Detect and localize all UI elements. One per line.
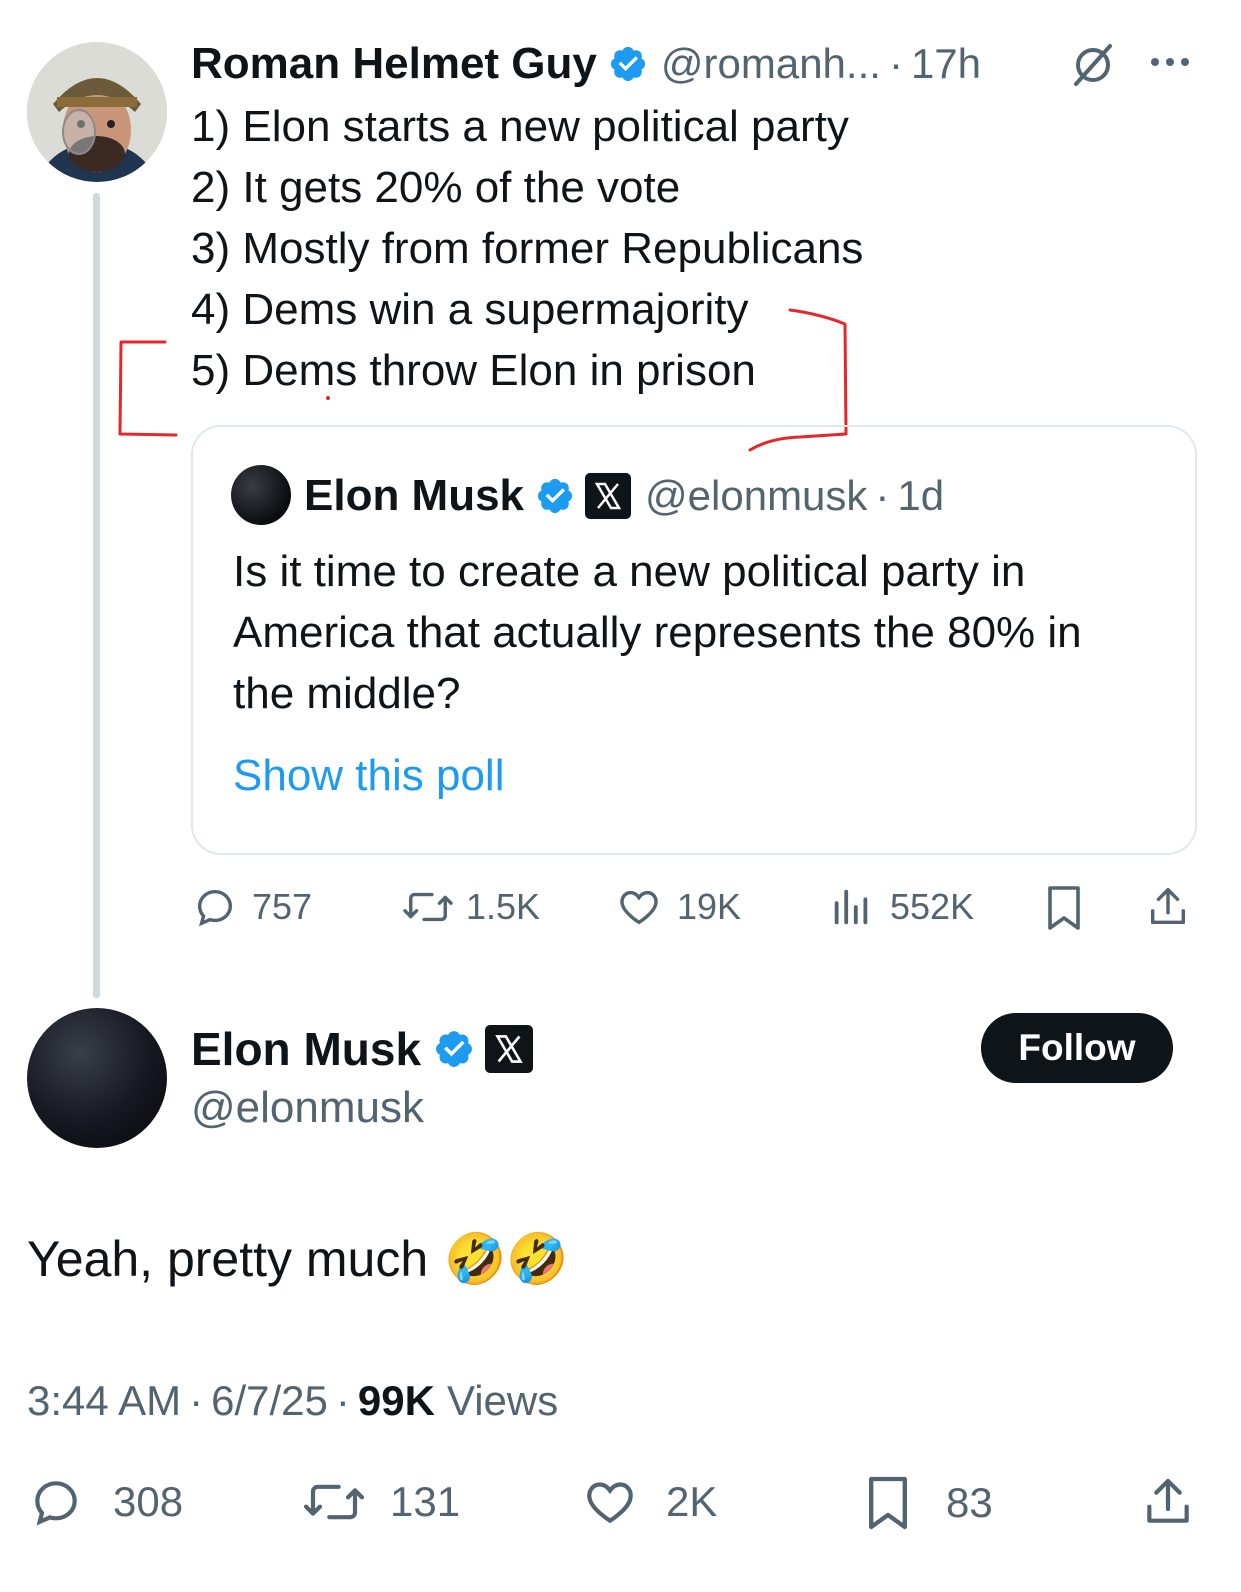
views-icon <box>834 889 868 925</box>
main-reply-button[interactable]: 308 <box>27 1474 183 1530</box>
more-icon[interactable] <box>1148 54 1192 70</box>
main-author-handle[interactable]: @elonmusk <box>191 1080 424 1136</box>
quote-text-line-1: Is it time to create a new political par… <box>233 547 1026 596</box>
show-poll-link[interactable]: Show this poll <box>233 745 504 806</box>
repost-icon <box>403 892 453 922</box>
main-bookmark-count: 83 <box>946 1479 993 1526</box>
tweet-line-1: 1) Elon starts a new political party <box>191 102 849 151</box>
main-repost-count: 131 <box>390 1478 461 1525</box>
author-name[interactable]: Roman Helmet Guy <box>191 39 597 89</box>
follow-button[interactable]: Follow <box>981 1013 1173 1083</box>
main-author-name[interactable]: Elon Musk <box>191 1022 421 1076</box>
reply-icon <box>35 1481 77 1526</box>
main-views-count: 99K <box>357 1377 435 1424</box>
bookmark-icon[interactable] <box>1044 884 1084 932</box>
main-tweet-date[interactable]: 6/7/25 <box>211 1377 328 1425</box>
bookmark-icon <box>869 1476 907 1530</box>
quote-author-name[interactable]: Elon Musk <box>304 471 524 521</box>
separator-dot: · <box>335 1377 350 1424</box>
separator-dot: · <box>888 40 903 87</box>
quoted-tweet-card[interactable]: Elon Musk @elonmusk · 1d Is it time to c… <box>191 425 1197 855</box>
repost-count: 1.5K <box>466 886 541 927</box>
repost-icon <box>303 1484 365 1520</box>
like-button[interactable]: 19K <box>615 884 741 930</box>
quote-header: Elon Musk @elonmusk · 1d <box>304 471 944 521</box>
quote-text-line-2: America that actually represents the 80%… <box>233 608 1082 657</box>
main-like-count: 2K <box>666 1478 718 1525</box>
main-views-label: Views <box>446 1377 559 1424</box>
views-button[interactable]: 552K <box>830 884 974 930</box>
views-count: 552K <box>890 886 975 927</box>
main-like-button[interactable]: 2K <box>580 1474 717 1530</box>
main-reply-count: 308 <box>113 1478 184 1525</box>
main-tweet-meta: 3:44 AM · 6/7/25 · 99K Views <box>27 1374 558 1428</box>
thread-connector-line <box>93 193 100 998</box>
quote-text-line-3: the middle? <box>233 669 461 718</box>
main-tweet-text-row: Yeah, pretty much 🤣🤣 <box>27 1226 569 1292</box>
main-author-row: Elon Musk <box>191 1022 534 1076</box>
elon-quote-avatar[interactable] <box>231 465 291 525</box>
like-count: 19K <box>677 886 742 927</box>
separator-dot: · <box>875 472 890 519</box>
repost-button[interactable]: 1.5K <box>400 884 540 930</box>
thread-tweet-header: Roman Helmet Guy @romanh... · 17h <box>191 38 981 90</box>
verified-badge-icon <box>433 1028 475 1070</box>
separator-dot: · <box>189 1377 204 1424</box>
quote-time[interactable]: 1d <box>897 472 944 520</box>
tweet-time[interactable]: 17h <box>911 40 981 88</box>
main-repost-button[interactable]: 131 <box>300 1474 460 1530</box>
reply-button[interactable]: 757 <box>192 884 312 930</box>
x-logo-icon <box>585 473 632 519</box>
main-tweet-time[interactable]: 3:44 AM <box>27 1377 181 1425</box>
like-icon <box>620 890 658 925</box>
roman-avatar[interactable] <box>27 42 167 182</box>
like-icon <box>587 1482 633 1524</box>
share-icon[interactable] <box>1145 884 1191 930</box>
rofl-emoji: 🤣🤣 <box>444 1229 569 1288</box>
main-share-icon[interactable] <box>1140 1474 1196 1530</box>
quote-author-handle[interactable]: @elonmusk <box>645 472 867 520</box>
reply-count: 757 <box>252 886 313 927</box>
verified-badge-icon <box>608 44 648 84</box>
grok-icon[interactable] <box>1068 40 1118 90</box>
elon-avatar[interactable] <box>27 1008 167 1148</box>
author-handle[interactable]: @romanh... <box>661 40 881 88</box>
reply-icon <box>197 889 233 927</box>
tweet-line-3: 3) Mostly from former Republicans <box>191 224 864 273</box>
main-tweet-text: Yeah, pretty much <box>27 1231 429 1287</box>
tweet-line-2: 2) It gets 20% of the vote <box>191 163 681 212</box>
verified-badge-icon <box>535 476 575 516</box>
x-logo-icon <box>485 1025 534 1073</box>
main-bookmark-button[interactable]: 83 <box>864 1474 993 1532</box>
